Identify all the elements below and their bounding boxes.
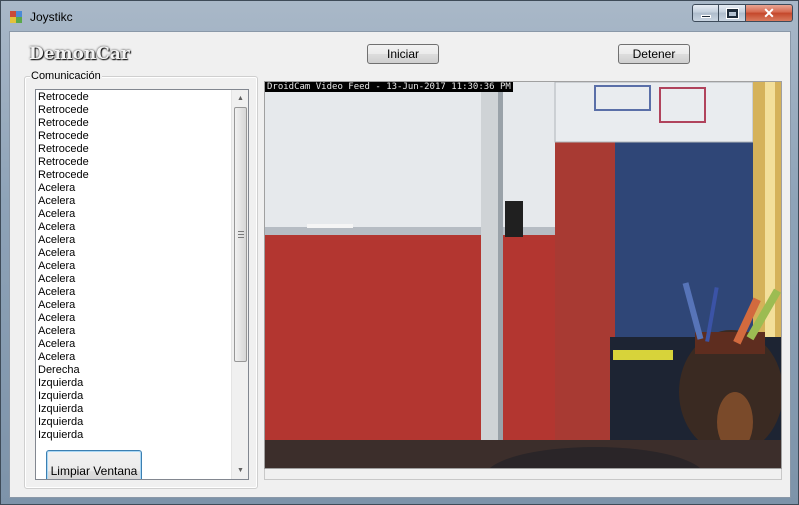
window-controls: ✕: [692, 4, 793, 24]
app-window: Joystikc ✕ DemonCar Iniciar Detener Comu…: [0, 0, 799, 505]
scroll-down-arrow-icon[interactable]: ▼: [232, 462, 248, 479]
list-item[interactable]: Acelera: [38, 338, 230, 351]
communication-listbox[interactable]: Retrocede Retrocede Retrocede Retrocede Retr…: [35, 89, 249, 480]
list-item[interactable]: Izquierda: [38, 390, 230, 403]
vertical-scrollbar[interactable]: ▲ ▼: [231, 90, 248, 479]
list-item[interactable]: Retrocede: [38, 104, 230, 117]
list-item[interactable]: Acelera: [38, 286, 230, 299]
list-item[interactable]: Acelera: [38, 351, 230, 364]
limpiar-ventana-button[interactable]: Limpiar Ventana: [46, 450, 142, 479]
maximize-button[interactable]: [719, 4, 746, 22]
list-item[interactable]: Acelera: [38, 312, 230, 325]
list-item[interactable]: Acelera: [38, 234, 230, 247]
list-item[interactable]: Izquierda: [38, 377, 230, 390]
communication-items: Retrocede Retrocede Retrocede Retrocede Retr…: [38, 91, 230, 442]
list-item[interactable]: Acelera: [38, 325, 230, 338]
list-item[interactable]: Izquierda: [38, 403, 230, 416]
video-feed: DroidCam Video Feed - 13-Jun-2017 11:30:…: [264, 81, 782, 469]
communication-groupbox: Comunicación Retrocede Retrocede Retrocede…: [24, 70, 258, 489]
communication-legend: Comunicación: [30, 70, 102, 82]
list-item[interactable]: Acelera: [38, 247, 230, 260]
list-item[interactable]: Derecha: [38, 364, 230, 377]
list-item[interactable]: Izquierda: [38, 429, 230, 442]
list-item[interactable]: Retrocede: [38, 156, 230, 169]
list-item[interactable]: Retrocede: [38, 117, 230, 130]
client-area: DemonCar Iniciar Detener Comunicación Re…: [9, 31, 791, 498]
list-item[interactable]: Retrocede: [38, 130, 230, 143]
list-item[interactable]: Retrocede: [38, 169, 230, 182]
list-item[interactable]: Acelera: [38, 260, 230, 273]
minimize-button[interactable]: [692, 4, 719, 22]
video-timestamp-overlay: DroidCam Video Feed - 13-Jun-2017 11:30:…: [265, 82, 513, 92]
scrollbar-thumb[interactable]: [234, 107, 247, 362]
list-item[interactable]: Acelera: [38, 273, 230, 286]
list-item[interactable]: Izquierda: [38, 416, 230, 429]
list-item[interactable]: Acelera: [38, 299, 230, 312]
app-icon: [10, 11, 22, 23]
grip-icon: [238, 231, 244, 240]
list-item[interactable]: Acelera: [38, 195, 230, 208]
list-item[interactable]: Retrocede: [38, 143, 230, 156]
video-bottom-strip: [264, 469, 782, 480]
list-item[interactable]: Acelera: [38, 182, 230, 195]
iniciar-button[interactable]: Iniciar: [367, 44, 439, 64]
close-icon: ✕: [763, 4, 775, 21]
close-button[interactable]: ✕: [746, 4, 793, 22]
list-item[interactable]: Acelera: [38, 208, 230, 221]
window-title: Joystikc: [30, 10, 73, 24]
camera-image: [265, 82, 781, 468]
scroll-up-arrow-icon[interactable]: ▲: [232, 90, 248, 107]
minimize-icon: [700, 15, 711, 18]
list-item[interactable]: Acelera: [38, 221, 230, 234]
maximize-icon: [725, 7, 739, 19]
title-bar[interactable]: Joystikc ✕: [1, 1, 798, 31]
brand-title: DemonCar: [29, 44, 130, 64]
detener-button[interactable]: Detener: [618, 44, 690, 64]
list-item[interactable]: Retrocede: [38, 91, 230, 104]
